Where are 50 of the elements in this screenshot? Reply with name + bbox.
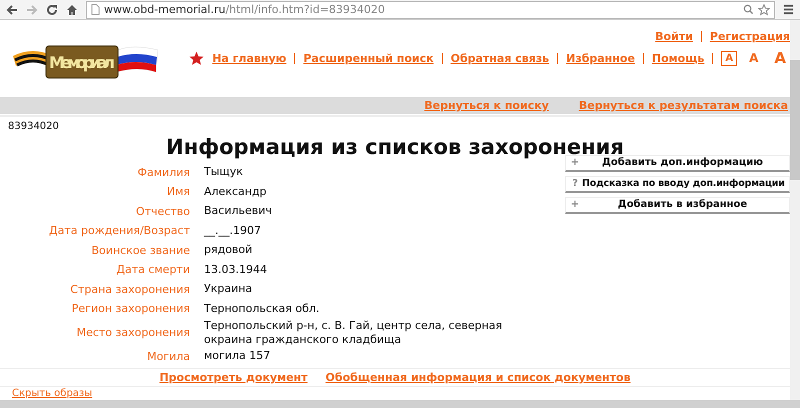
field-label: Место захоронения [76, 326, 190, 339]
field-label: Регион захоронения [70, 302, 190, 316]
field-value: Украина [204, 282, 254, 296]
field-value: Тернопольская обл. [204, 302, 320, 316]
field-value: Александр [204, 184, 268, 199]
address-bar[interactable]: www.obd-memorial.ru/html/info.htm?id=83934020 [86, 0, 775, 18]
field-label: Дата смерти [115, 263, 190, 276]
document-link[interactable]: Просмотреть документ [159, 371, 308, 384]
star-icon[interactable] [758, 4, 770, 16]
zoom-icon[interactable] [743, 4, 754, 15]
logo-drawing[interactable]: Мемориал [8, 38, 158, 83]
page-icon [91, 4, 100, 15]
document-link[interactable]: Обобщенная информация и список документов [326, 371, 631, 384]
field-label: Фамилия [136, 166, 190, 179]
field-value: рядовой [204, 243, 254, 258]
nav-link[interactable]: Обратная связь [450, 52, 550, 64]
reload-icon[interactable] [46, 4, 58, 16]
field-value: могила 157 [204, 349, 272, 364]
back-link[interactable]: Вернуться к результатам поиска [578, 98, 788, 112]
hide-images-link[interactable]: Скрыть образы [12, 388, 92, 400]
star-icon [189, 50, 204, 66]
home-icon[interactable] [66, 4, 78, 16]
font-size-button[interactable]: А [770, 47, 790, 69]
field-label: Имя [166, 185, 190, 198]
record-id: 83934020 [8, 120, 60, 132]
font-size-button[interactable]: А [721, 50, 738, 66]
horizontal-scrollbar[interactable] [0, 400, 800, 408]
field-value: 13.03.1944 [204, 262, 268, 277]
nav-link[interactable]: Избранное [566, 52, 635, 64]
field-label: Страна захоронения [69, 282, 190, 296]
account-link[interactable]: Войти [655, 30, 693, 43]
font-size-button[interactable]: А [745, 49, 762, 67]
nav-link[interactable]: Помощь [652, 52, 704, 64]
field-label: Дата рождения/Возраст [48, 224, 190, 238]
field-value: Тыщук [204, 165, 244, 180]
nav-link[interactable]: Расширенный поиск [303, 52, 434, 64]
action-button[interactable]: + Добавить доп.информацию [565, 154, 790, 172]
action-button[interactable]: + Добавить в избранное [565, 196, 790, 214]
field-value: Васильевич [204, 204, 273, 218]
back-link[interactable]: Вернуться к поиску [424, 98, 549, 112]
action-button[interactable]: ? Подсказка по вводу доп.информации [565, 176, 790, 192]
account-link[interactable]: Регистрация [710, 30, 790, 43]
field-label: Отчество [134, 204, 190, 218]
back-arrow-icon[interactable] [6, 4, 18, 16]
vertical-scrollbar[interactable] [790, 20, 800, 400]
field-value: __.__.1907 [204, 224, 262, 238]
nav-link[interactable]: На главную [212, 52, 286, 64]
field-label: Могила [146, 350, 190, 363]
field-label: Воинское звание [90, 244, 190, 257]
menu-icon[interactable] [783, 4, 794, 15]
